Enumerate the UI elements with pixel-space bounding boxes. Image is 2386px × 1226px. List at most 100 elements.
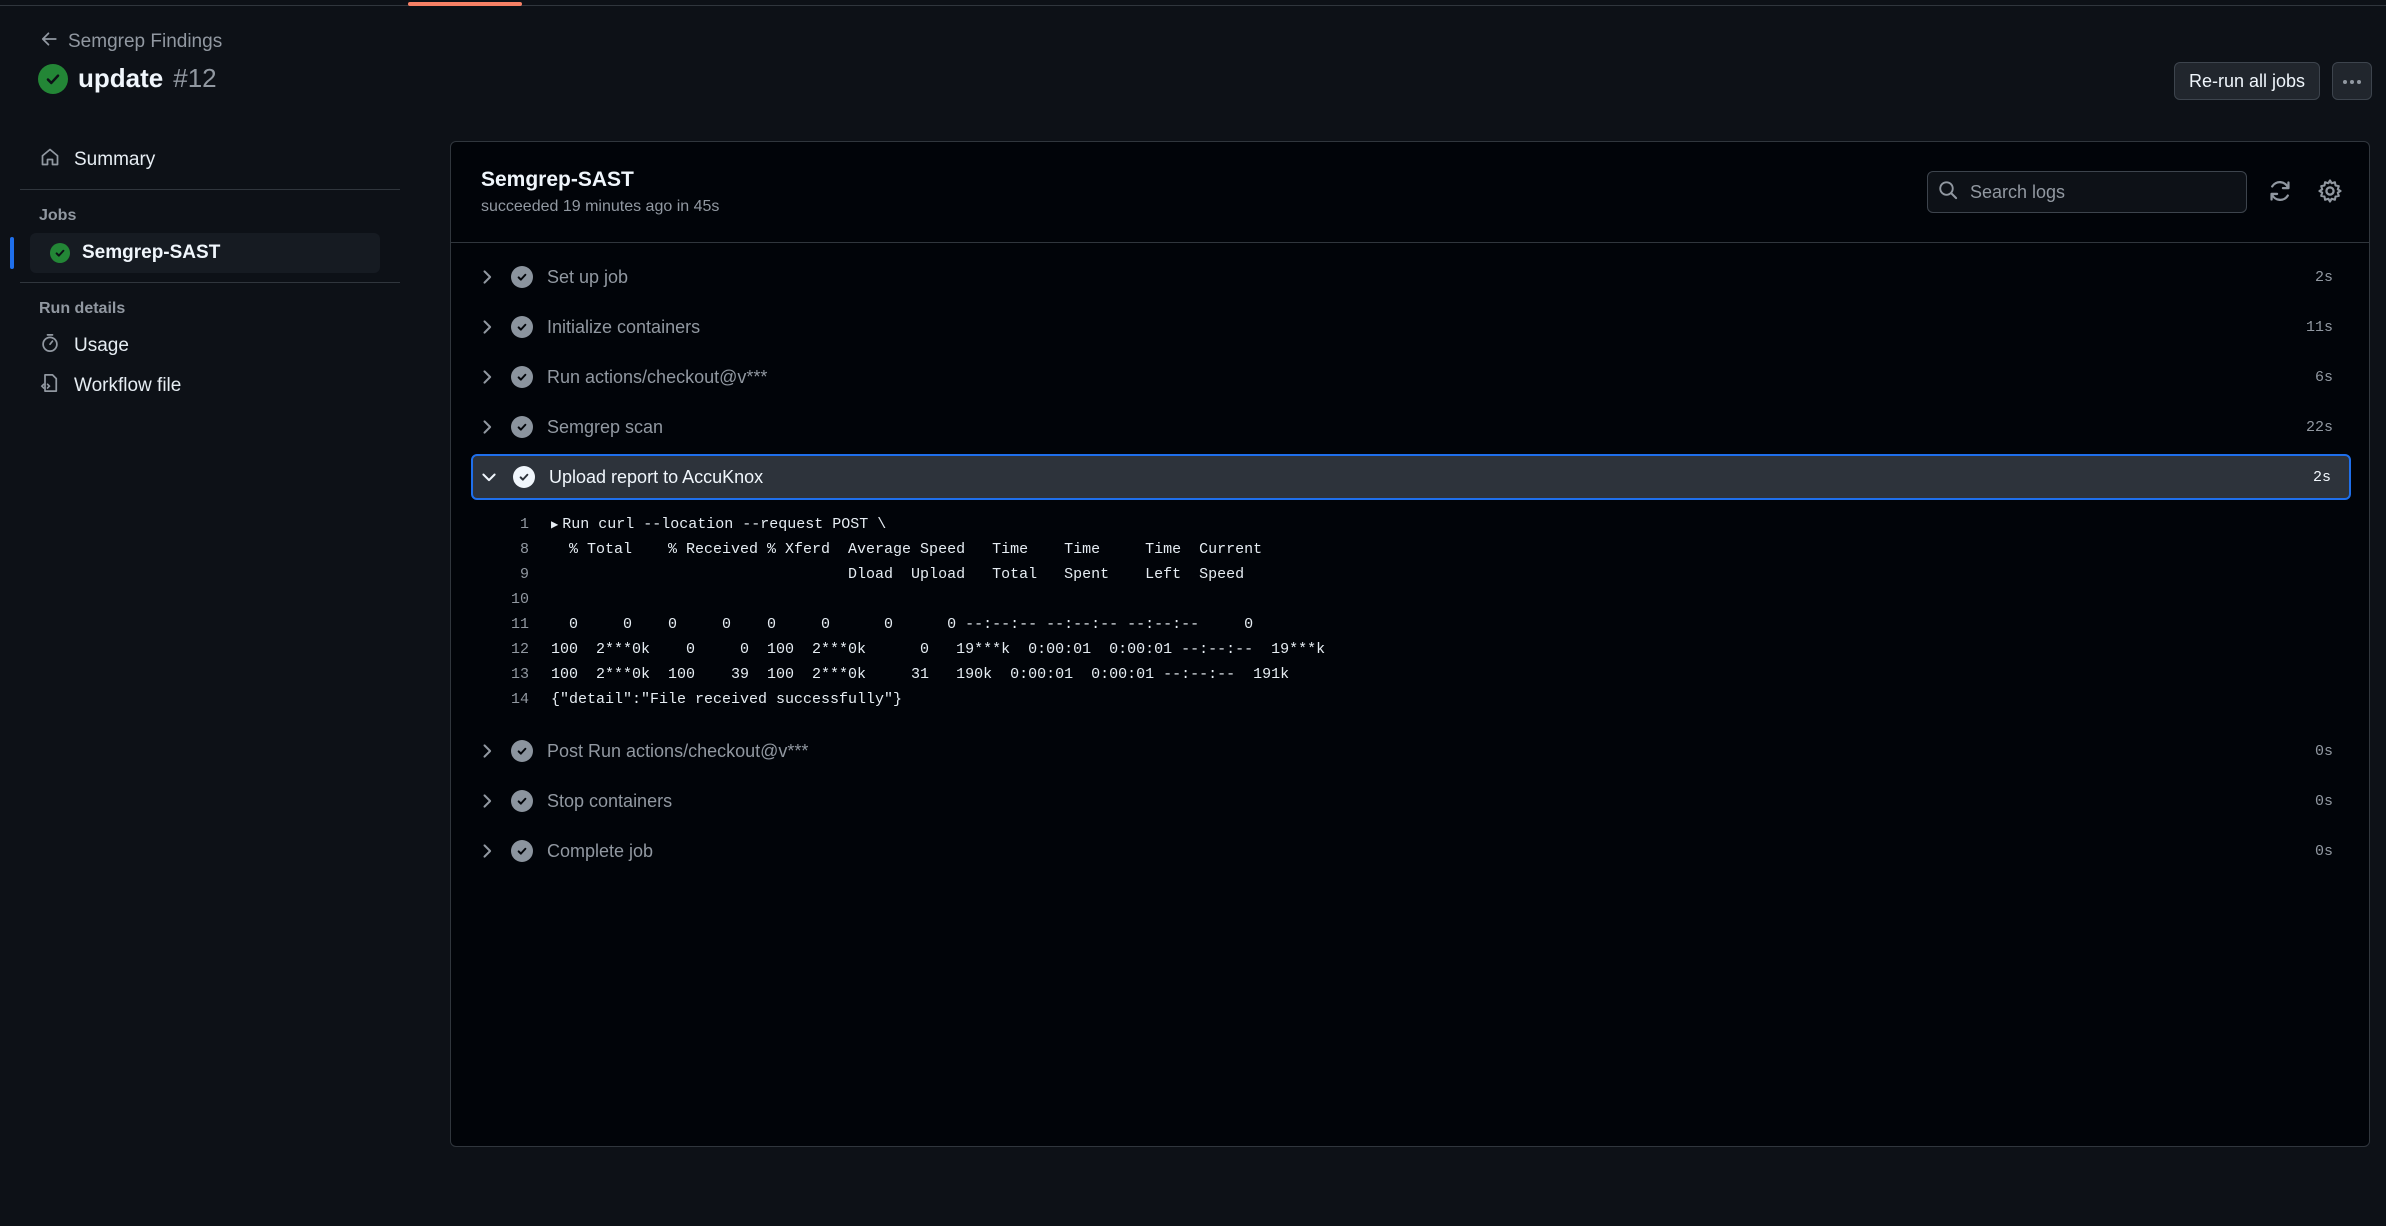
log-line: 8 % Total % Received % Xferd Average Spe… — [471, 537, 2351, 562]
step-label: Post Run actions/checkout@v*** — [547, 740, 809, 761]
step-run-checkout[interactable]: Run actions/checkout@v*** 6s — [471, 352, 2351, 402]
job-status-text: succeeded 19 minutes ago in 45s — [481, 198, 720, 215]
step-label: Set up job — [547, 266, 629, 287]
chevron-right-icon — [477, 791, 497, 811]
log-line-number[interactable]: 14 — [471, 691, 529, 708]
log-line-number[interactable]: 1 — [471, 516, 529, 533]
chevron-right-icon — [477, 841, 497, 861]
step-log-output: 1 ▶ Run curl --location --request POST \… — [471, 502, 2351, 726]
back-link-label: Semgrep Findings — [68, 31, 223, 52]
search-icon — [1938, 180, 1958, 205]
run-name: update — [78, 63, 164, 93]
sidebar-item-summary[interactable]: Summary — [20, 140, 400, 180]
step-label: Stop containers — [547, 790, 673, 811]
search-logs-input[interactable] — [1968, 180, 2232, 204]
stopwatch-icon — [40, 333, 60, 359]
log-line-number[interactable]: 11 — [471, 616, 529, 633]
log-line-text: Dload Upload Total Spent Left Speed — [551, 566, 1245, 583]
sidebar-item-label: Summary — [74, 149, 156, 170]
step-label: Initialize containers — [547, 316, 701, 337]
sidebar-heading-run-details: Run details — [39, 300, 126, 317]
step-success-icon — [511, 790, 533, 812]
chevron-right-icon — [477, 367, 497, 387]
log-line-number[interactable]: 12 — [471, 641, 529, 658]
back-link[interactable]: Semgrep Findings — [40, 30, 222, 54]
sidebar-divider — [20, 189, 400, 190]
file-code-icon — [40, 373, 60, 399]
sidebar-item-label: Semgrep-SAST — [82, 242, 221, 263]
log-line: 10 — [471, 587, 2351, 612]
step-success-icon — [511, 840, 533, 862]
log-line-text: 100 2***0k 0 0 100 2***0k 0 19***k 0:00:… — [551, 641, 1326, 658]
sidebar: Summary Jobs Semgrep-SAST Run details Us… — [10, 140, 400, 406]
kebab-horizontal-icon — [2342, 72, 2362, 90]
sidebar-heading-jobs: Jobs — [39, 207, 77, 224]
log-line-number[interactable]: 13 — [471, 666, 529, 683]
home-icon — [40, 147, 60, 173]
step-initialize-containers[interactable]: Initialize containers 11s — [471, 302, 2351, 352]
step-duration: 0s — [2314, 792, 2333, 810]
log-line: 14 {"detail":"File received successfully… — [471, 687, 2351, 712]
arrow-left-icon — [40, 30, 58, 54]
step-duration: 2s — [2314, 268, 2333, 286]
sidebar-item-workflow-file[interactable]: Workflow file — [20, 366, 400, 406]
sidebar-item-usage[interactable]: Usage — [20, 326, 400, 366]
top-nav-border — [0, 0, 2386, 6]
step-duration: 22s — [2305, 418, 2333, 436]
job-title: Semgrep-SAST — [481, 168, 634, 191]
step-label: Upload report to AccuKnox — [549, 466, 764, 487]
log-line: 1 ▶ Run curl --location --request POST \ — [471, 512, 2351, 537]
log-line-number[interactable]: 8 — [471, 541, 529, 558]
chevron-right-icon — [477, 417, 497, 437]
rerun-all-jobs-button[interactable]: Re-run all jobs — [2174, 62, 2320, 100]
step-success-icon — [513, 466, 535, 488]
step-duration: 0s — [2314, 842, 2333, 860]
step-set-up-job[interactable]: Set up job 2s — [471, 252, 2351, 302]
step-label: Semgrep scan — [547, 416, 664, 437]
refresh-icon[interactable] — [2267, 178, 2293, 204]
log-line: 13 100 2***0k 100 39 100 2***0k 31 190k … — [471, 662, 2351, 687]
step-stop-containers[interactable]: Stop containers 0s — [471, 776, 2351, 826]
expand-triangle-icon[interactable]: ▶ — [551, 517, 558, 532]
log-line: 9 Dload Upload Total Spent Left Speed — [471, 562, 2351, 587]
log-line-text: Run curl --location --request POST \ — [562, 516, 887, 533]
chevron-right-icon — [477, 741, 497, 761]
step-success-icon — [511, 416, 533, 438]
step-label: Run actions/checkout@v*** — [547, 366, 768, 387]
step-complete-job[interactable]: Complete job 0s — [471, 826, 2351, 876]
sidebar-item-label: Usage — [74, 335, 129, 356]
active-tab-underline — [408, 2, 522, 6]
log-line-number[interactable]: 9 — [471, 566, 529, 583]
gear-icon[interactable] — [2317, 178, 2343, 204]
job-header: Semgrep-SAST succeeded 19 minutes ago in… — [451, 142, 2369, 243]
log-line-number[interactable]: 10 — [471, 591, 529, 608]
log-line: 12 100 2***0k 0 0 100 2***0k 0 19***k 0:… — [471, 637, 2351, 662]
log-line: 11 0 0 0 0 0 0 0 0 --:--:-- --:--:-- --:… — [471, 612, 2351, 637]
sidebar-divider — [20, 282, 400, 283]
page-title: update #12 — [38, 63, 217, 94]
search-logs-field[interactable] — [1927, 171, 2247, 213]
more-options-button[interactable] — [2332, 62, 2372, 100]
log-line-text: 0 0 0 0 0 0 0 0 --:--:-- --:--:-- --:--:… — [551, 616, 1254, 633]
step-upload-report[interactable]: Upload report to AccuKnox 2s — [471, 454, 2351, 500]
step-semgrep-scan[interactable]: Semgrep scan 22s — [471, 402, 2351, 452]
step-post-run-checkout[interactable]: Post Run actions/checkout@v*** 0s — [471, 726, 2351, 776]
job-log-panel: Semgrep-SAST succeeded 19 minutes ago in… — [450, 141, 2370, 1147]
step-duration: 11s — [2305, 318, 2333, 336]
run-number: #12 — [173, 63, 217, 93]
log-line-text: 100 2***0k 100 39 100 2***0k 31 190k 0:0… — [551, 666, 1290, 683]
step-success-icon — [511, 266, 533, 288]
success-check-icon — [38, 63, 68, 94]
step-success-icon — [511, 366, 533, 388]
step-duration: 0s — [2314, 742, 2333, 760]
chevron-down-icon — [479, 467, 499, 487]
step-success-icon — [511, 740, 533, 762]
step-label: Complete job — [547, 840, 654, 861]
success-check-icon — [50, 243, 70, 263]
step-duration: 2s — [2312, 468, 2331, 486]
sidebar-item-job[interactable]: Semgrep-SAST — [10, 233, 380, 273]
chevron-right-icon — [477, 317, 497, 337]
log-line-text: {"detail":"File received successfully"} — [551, 691, 903, 708]
step-duration: 6s — [2314, 368, 2333, 386]
step-success-icon — [511, 316, 533, 338]
